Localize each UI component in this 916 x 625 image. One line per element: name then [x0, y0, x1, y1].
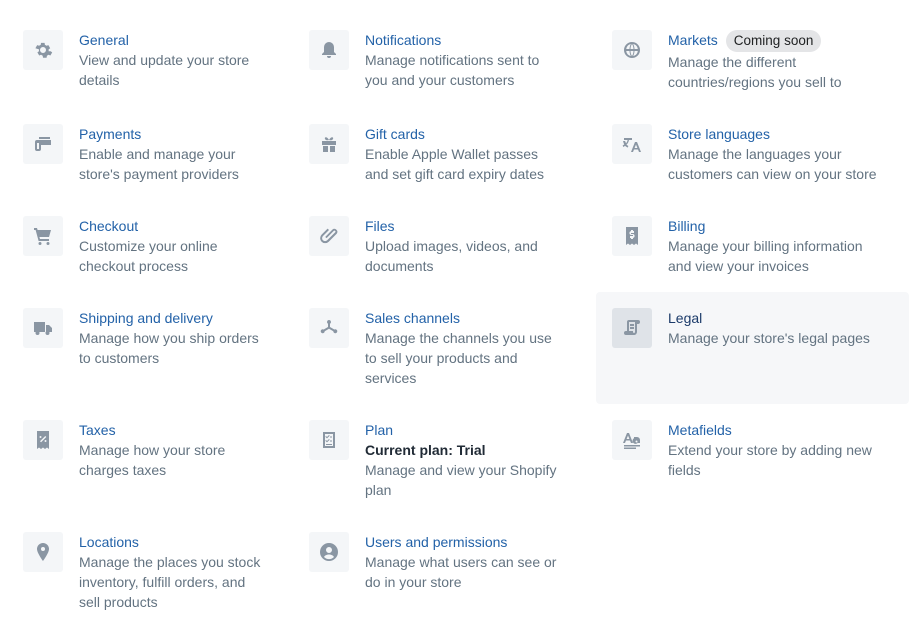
status-badge: Coming soon [725, 30, 822, 52]
settings-item-title[interactable]: Markets [668, 30, 718, 50]
settings-item-description: Enable Apple Wallet passes and set gift … [365, 146, 544, 182]
settings-item-title[interactable]: General [79, 30, 129, 50]
settings-item-heading: Sales channels [365, 308, 565, 328]
settings-item-text: Gift cards Enable Apple Wallet passes and… [365, 124, 565, 184]
settings-item-text: Locations Manage the places you stock inv… [79, 532, 269, 612]
settings-item-text: Metafields Extend your store by adding ne… [668, 420, 883, 480]
settings-item-text: Files Upload images, videos, and document… [365, 216, 565, 276]
scroll-icon [612, 308, 652, 348]
settings-item-heading: Gift cards [365, 124, 565, 144]
settings-item-heading: Store languages [668, 124, 883, 144]
settings-item-heading: Legal [668, 308, 883, 328]
settings-item-description: Manage the different countries/regions y… [668, 54, 842, 90]
settings-item-description: Manage your billing information and view… [668, 238, 863, 274]
settings-item-heading: Checkout [79, 216, 269, 236]
settings-item-title[interactable]: Sales channels [365, 308, 460, 328]
truck-icon [23, 308, 63, 348]
settings-item-description: View and update your store details [79, 52, 250, 88]
settings-item-heading: Users and permissions [365, 532, 565, 552]
settings-item-description: Manage the places you stock inventory, f… [79, 554, 261, 610]
settings-item-description: Manage what users can see or do in your … [365, 554, 557, 590]
payment-card-icon [23, 124, 63, 164]
settings-item-heading: Markets Coming soon [668, 30, 883, 52]
settings-item-heading: Taxes [79, 420, 269, 440]
bell-icon [309, 30, 349, 70]
settings-item-description: Manage and view your Shopify plan [365, 462, 557, 498]
settings-item-text: Users and permissions Manage what users c… [365, 532, 565, 592]
settings-item-description: Enable and manage your store's payment p… [79, 146, 239, 182]
settings-item-title[interactable]: Files [365, 216, 395, 236]
settings-item-description: Manage how your store charges taxes [79, 442, 226, 478]
settings-item-heading: Plan [365, 420, 565, 440]
text-format-icon [612, 420, 652, 460]
user-icon [309, 532, 349, 572]
paperclip-icon [309, 216, 349, 256]
settings-item-text: Notifications Manage notifications sent t… [365, 30, 565, 90]
settings-item-title[interactable]: Metafields [668, 420, 732, 440]
cart-icon [23, 216, 63, 256]
channels-icon [309, 308, 349, 348]
settings-item-heading: Files [365, 216, 565, 236]
settings-item-description: Manage the languages your customers can … [668, 146, 877, 182]
settings-item-text: General View and update your store detail… [79, 30, 269, 90]
settings-item-title[interactable]: Plan [365, 420, 393, 440]
settings-item-title[interactable]: Taxes [79, 420, 116, 440]
settings-item-description: Manage the channels you use to sell your… [365, 330, 552, 386]
settings-item-text: Markets Coming soon Manage the different c… [668, 30, 883, 92]
settings-item-title[interactable]: Payments [79, 124, 141, 144]
settings-item-text: Taxes Manage how your store charges taxes [79, 420, 269, 480]
settings-item-title[interactable]: Notifications [365, 30, 441, 50]
settings-item-heading: Payments [79, 124, 269, 144]
settings-item-heading: Shipping and delivery [79, 308, 269, 328]
settings-item-text: Shipping and delivery Manage how you ship… [79, 308, 269, 368]
settings-item-text: Billing Manage your billing information a… [668, 216, 883, 276]
settings-item-title[interactable]: Store languages [668, 124, 770, 144]
settings-item-title[interactable]: Users and permissions [365, 532, 507, 552]
tax-receipt-icon [23, 420, 63, 460]
settings-item-description: Manage notifications sent to you and you… [365, 52, 540, 88]
settings-item-text: Payments Enable and manage your store's p… [79, 124, 269, 184]
settings-item-title[interactable]: Billing [668, 216, 705, 236]
globe-icon [612, 30, 652, 70]
translate-icon [612, 124, 652, 164]
checklist-icon [309, 420, 349, 460]
settings-item-heading: Metafields [668, 420, 883, 440]
settings-item-description: Manage how you ship orders to customers [79, 330, 259, 366]
settings-item-description: Extend your store by adding new fields [668, 442, 872, 478]
settings-item-heading: General [79, 30, 269, 50]
settings-item-title[interactable]: Locations [79, 532, 139, 552]
settings-item-description: Manage your store's legal pages [668, 330, 870, 346]
settings-item-title[interactable]: Shipping and delivery [79, 308, 213, 328]
location-pin-icon [23, 532, 63, 572]
settings-item-description: Customize your online checkout process [79, 238, 218, 274]
bill-icon [612, 216, 652, 256]
settings-item-text: Store languages Manage the languages your… [668, 124, 883, 184]
settings-item-heading: Locations [79, 532, 269, 552]
settings-item-title[interactable]: Checkout [79, 216, 138, 236]
gift-icon [309, 124, 349, 164]
settings-item-description: Upload images, videos, and documents [365, 238, 538, 274]
settings-item-text: Plan Current plan: Trial Manage and view y… [365, 420, 565, 500]
settings-item-text: Legal Manage your store's legal pages [668, 308, 883, 348]
settings-item-heading: Notifications [365, 30, 565, 50]
gear-icon [23, 30, 63, 70]
settings-item-text: Sales channels Manage the channels you us… [365, 308, 565, 388]
settings-item-subtitle: Current plan: Trial [365, 442, 486, 458]
settings-item-title[interactable]: Legal [668, 308, 702, 328]
settings-item-title[interactable]: Gift cards [365, 124, 425, 144]
settings-item-text: Checkout Customize your online checkout p… [79, 216, 269, 276]
settings-item-heading: Billing [668, 216, 883, 236]
